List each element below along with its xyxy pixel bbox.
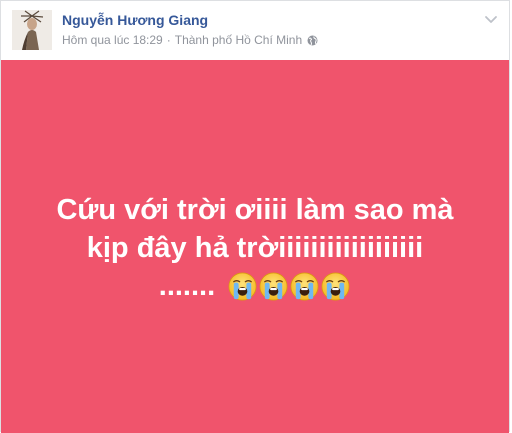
author-avatar[interactable] <box>12 10 52 50</box>
post-header: Nguyễn Hương Giang Hôm qua lúc 18:29 · T… <box>1 1 509 59</box>
author-name[interactable]: Nguyễn Hương Giang <box>62 12 208 28</box>
emoji-row <box>227 271 351 302</box>
status-line-1: Cứu với trời ơiiii làm sao mà <box>56 193 454 226</box>
chevron-down-icon[interactable] <box>483 11 499 27</box>
crying-face-icon <box>227 271 258 302</box>
crying-face-icon <box>320 271 351 302</box>
crying-face-icon <box>258 271 289 302</box>
globe-icon[interactable] <box>307 35 318 46</box>
meta-separator: · <box>166 33 171 47</box>
post-meta: Hôm qua lúc 18:29 · Thành phố Hồ Chí Min… <box>62 33 318 47</box>
post-timestamp[interactable]: Hôm qua lúc 18:29 <box>62 33 163 47</box>
status-line-3-wrap: ....... <box>35 267 475 305</box>
status-line-3: ....... <box>158 269 216 302</box>
status-background: Cứu với trời ơiiii làm sao mà kịp đây hả… <box>1 60 509 433</box>
crying-face-icon <box>289 271 320 302</box>
facebook-post: Nguyễn Hương Giang Hôm qua lúc 18:29 · T… <box>0 0 510 433</box>
status-line-2: kịp đây hả trờiiiiiiiiiiiiiiiiii <box>86 231 424 264</box>
post-location[interactable]: Thành phố Hồ Chí Minh <box>175 33 302 47</box>
status-text: Cứu với trời ơiiii làm sao mà kịp đây hả… <box>35 191 475 305</box>
